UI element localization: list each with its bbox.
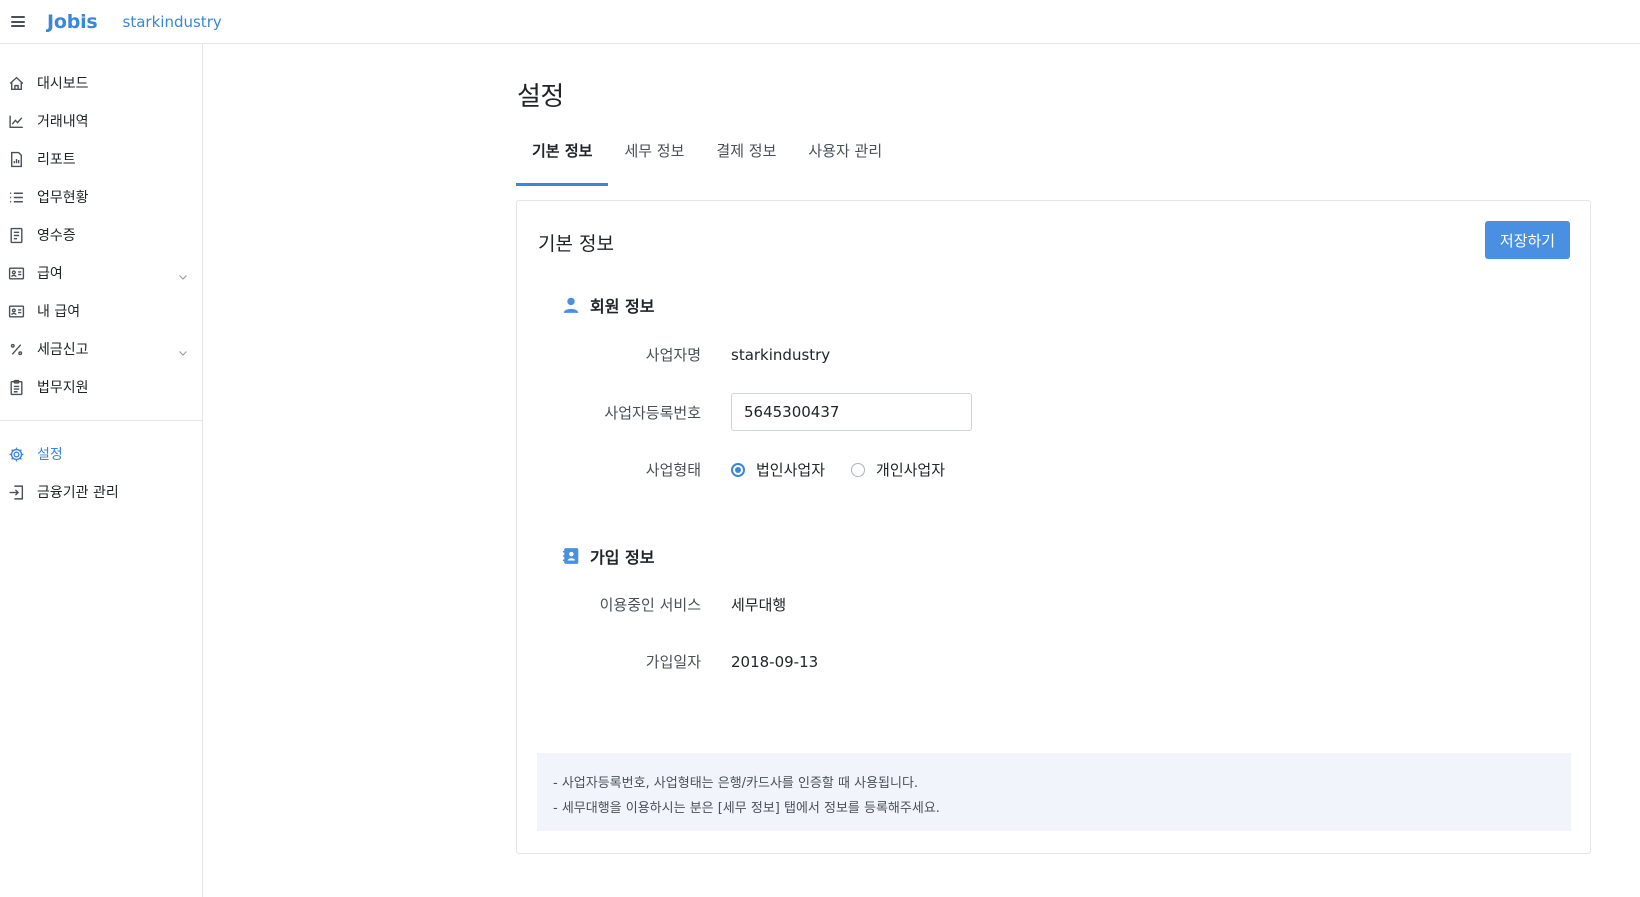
business-name-value: starkindustry	[731, 345, 831, 364]
join-date-label: 가입일자	[645, 653, 701, 671]
id-card-icon	[8, 265, 25, 282]
signup-info-header: 가입 정보	[562, 544, 654, 568]
sidebar-item-label: 법무지원	[37, 380, 89, 396]
business-type-row: 사업형태 법인사업자 개인사업자	[517, 459, 971, 480]
sidebar-item-dashboard[interactable]: 대시보드	[0, 64, 202, 102]
id-card-icon	[8, 303, 25, 320]
settings-tabs: 기본 정보 세무 정보 결제 정보 사용자 관리	[516, 140, 898, 186]
business-name-label: 사업자명	[645, 346, 701, 364]
sidebar-item-label: 대시보드	[37, 76, 89, 92]
brand-logo[interactable]: Jobis	[47, 11, 98, 33]
service-row: 이용중인 서비스 세무대행	[517, 594, 787, 615]
sidebar-item-label: 세금신고	[37, 342, 89, 358]
sidebar-item-work-status[interactable]: 업무현황	[0, 178, 202, 216]
sidebar-item-transactions[interactable]: 거래내역	[0, 102, 202, 140]
receipt-icon	[8, 227, 25, 244]
radio-individual[interactable]: 개인사업자	[851, 459, 945, 480]
chevron-down-icon[interactable]	[178, 267, 188, 286]
sidebar-item-legal[interactable]: 법무지원	[0, 368, 202, 406]
sidebar-divider	[0, 420, 202, 421]
sidebar-item-label: 금융기관 관리	[37, 485, 119, 501]
sidebar-item-payroll[interactable]: 급여	[0, 254, 202, 292]
user-icon	[562, 296, 580, 314]
radio-dot[interactable]	[851, 462, 866, 477]
reg-number-row: 사업자등록번호	[517, 393, 972, 431]
business-type-label: 사업형태	[645, 461, 701, 479]
tab-basic-info[interactable]: 기본 정보	[516, 140, 609, 186]
reg-number-input[interactable]	[731, 393, 972, 431]
section-title: 가입 정보	[590, 548, 655, 567]
sidebar-item-report[interactable]: 리포트	[0, 140, 202, 178]
card-title: 기본 정보	[538, 233, 614, 255]
service-value: 세무대행	[731, 596, 787, 614]
notice-box: - 사업자등록번호, 사업형태는 은행/카드사를 인증할 때 사용됩니다. - …	[537, 753, 1571, 831]
sidebar-item-label: 거래내역	[37, 114, 89, 130]
tab-tax-info[interactable]: 세무 정보	[608, 140, 700, 186]
chevron-down-icon[interactable]	[178, 343, 188, 362]
sidebar-item-label: 업무현황	[37, 190, 89, 206]
join-date-value: 2018-09-13	[731, 652, 819, 671]
sidebar-item-receipt[interactable]: 영수증	[0, 216, 202, 254]
reg-number-label: 사업자등록번호	[604, 403, 701, 422]
section-title: 회원 정보	[590, 297, 655, 316]
radio-dot[interactable]	[731, 462, 745, 477]
join-date-row: 가입일자 2018-09-13	[517, 651, 818, 672]
clipboard-icon	[8, 379, 25, 396]
service-label: 이용중인 서비스	[599, 596, 701, 614]
top-bar: Jobis starkindustry	[0, 0, 1640, 44]
home-icon	[8, 75, 25, 92]
business-type-radio-group: 법인사업자 개인사업자	[731, 459, 971, 480]
sidebar-item-financial-institutions[interactable]: 금융기관 관리	[0, 473, 202, 511]
sidebar-item-label: 내 급여	[37, 304, 81, 320]
save-button[interactable]: 저장하기	[1485, 221, 1570, 259]
sign-in-icon	[8, 484, 25, 501]
sidebar: 대시보드 거래내역 리포트 업무현황 영수증 급여 내 급여 세금신고 법무지원…	[0, 44, 203, 897]
menu-icon[interactable]	[11, 16, 25, 27]
percent-icon	[8, 341, 25, 358]
page-title: 설정	[517, 82, 564, 112]
basic-info-card: 기본 정보 저장하기 회원 정보 사업자명 starkindustry 사업자등…	[516, 200, 1591, 854]
main-content: 설정 기본 정보 세무 정보 결제 정보 사용자 관리 기본 정보 저장하기 회…	[204, 44, 1640, 897]
tab-user-management[interactable]: 사용자 관리	[792, 140, 898, 186]
radio-label: 법인사업자	[756, 461, 826, 479]
report-icon	[8, 151, 25, 168]
radio-label: 개인사업자	[876, 461, 946, 479]
sidebar-item-label: 설정	[37, 447, 63, 463]
sidebar-item-settings[interactable]: 설정	[0, 435, 202, 473]
notice-line: - 사업자등록번호, 사업형태는 은행/카드사를 인증할 때 사용됩니다.	[553, 776, 919, 791]
sidebar-item-label: 리포트	[37, 152, 76, 168]
sidebar-item-label: 영수증	[37, 228, 76, 244]
sidebar-item-tax-filing[interactable]: 세금신고	[0, 330, 202, 368]
chart-line-icon	[8, 113, 25, 130]
sidebar-main-group: 대시보드 거래내역 리포트 업무현황 영수증 급여 내 급여 세금신고 법무지원	[0, 44, 202, 406]
list-icon	[8, 189, 25, 206]
sidebar-item-label: 급여	[37, 266, 63, 282]
radio-corporate[interactable]: 법인사업자	[731, 459, 825, 480]
company-name[interactable]: starkindustry	[123, 13, 222, 31]
notice-line: - 세무대행을 이용하시는 분은 [세무 정보] 탭에서 정보를 등록해주세요.	[553, 801, 940, 816]
contact-card-icon	[562, 547, 580, 565]
member-info-header: 회원 정보	[562, 293, 654, 317]
tab-payment-info[interactable]: 결제 정보	[700, 140, 792, 186]
gear-icon	[8, 446, 25, 463]
sidebar-item-my-payroll[interactable]: 내 급여	[0, 292, 202, 330]
business-name-row: 사업자명 starkindustry	[517, 344, 830, 365]
